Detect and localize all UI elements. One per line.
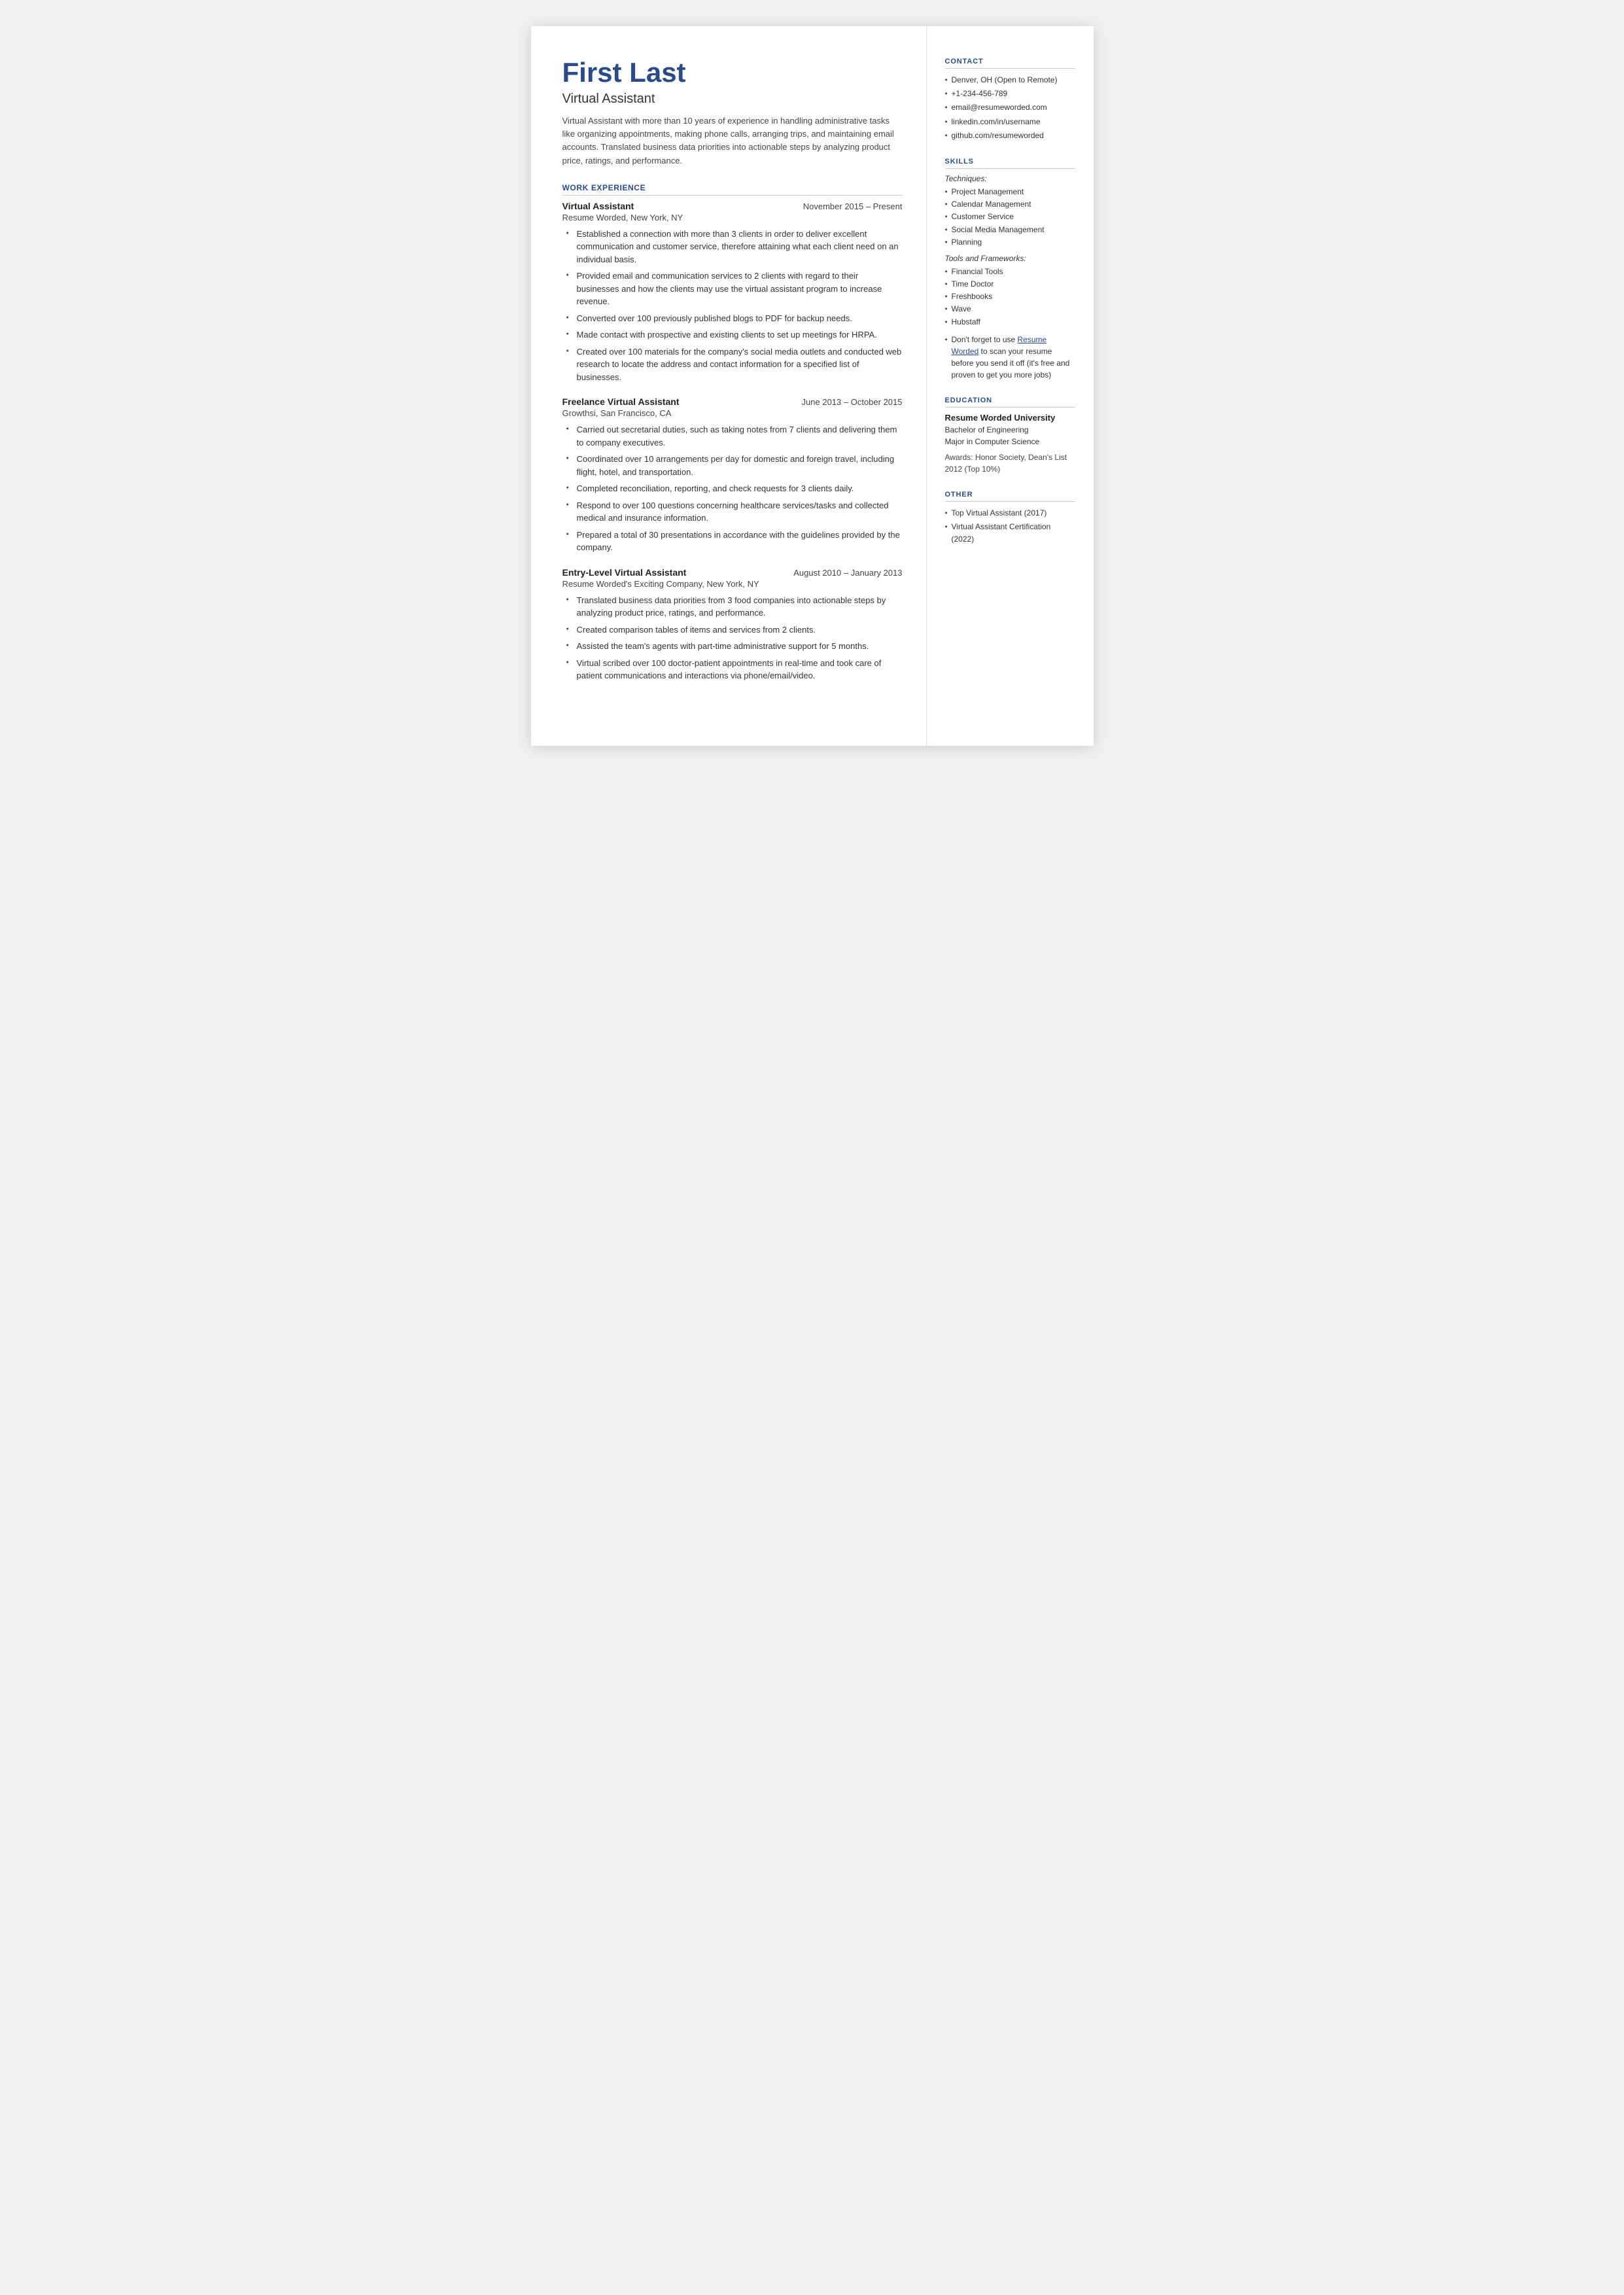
bullet-1-3: Converted over 100 previously published … [562,312,903,325]
contact-item-4: linkedin.com/in/username [945,116,1075,128]
job-company-2: Growthsi, San Francisco, CA [562,408,903,418]
education-section: EDUCATION Resume Worded University Bache… [945,396,1075,475]
job-dates-3: August 2010 – January 2013 [793,568,902,578]
job-dates-1: November 2015 – Present [803,201,903,211]
job-title-3: Entry-Level Virtual Assistant [562,567,687,578]
bullet-2-4: Respond to over 100 questions concerning… [562,499,903,525]
tools-list: Financial Tools Time Doctor Freshbooks W… [945,266,1075,328]
skills-note: Don't forget to use Resume Worded to sca… [945,334,1075,381]
left-column: First Last Virtual Assistant Virtual Ass… [531,26,926,746]
skills-note-prefix: Don't forget to use [952,335,1018,344]
skill-technique-4: Social Media Management [945,224,1075,236]
skill-technique-3: Customer Service [945,211,1075,223]
other-item-1: Top Virtual Assistant (2017) [945,507,1075,519]
job-title-1: Virtual Assistant [562,201,634,211]
job-header-2: Freelance Virtual Assistant June 2013 – … [562,396,903,407]
bullet-3-3: Assisted the team's agents with part-tim… [562,640,903,653]
job-bullets-3: Translated business data priorities from… [562,594,903,682]
job-company-3: Resume Worded's Exciting Company, New Yo… [562,579,903,589]
resume-page: First Last Virtual Assistant Virtual Ass… [531,26,1094,746]
job-title-2: Freelance Virtual Assistant [562,396,680,407]
skills-section: SKILLS Techniques: Project Management Ca… [945,158,1075,381]
job-header-3: Entry-Level Virtual Assistant August 201… [562,567,903,578]
education-section-label: EDUCATION [945,396,1075,408]
contact-item-1: Denver, OH (Open to Remote) [945,74,1075,86]
summary-text: Virtual Assistant with more than 10 year… [562,114,903,167]
right-column: CONTACT Denver, OH (Open to Remote) +1-2… [926,26,1094,746]
job-title-header: Virtual Assistant [562,92,903,107]
other-section-label: OTHER [945,491,1075,502]
job-bullets-1: Established a connection with more than … [562,228,903,384]
full-name: First Last [562,58,903,88]
contact-item-2: +1-234-456-789 [945,88,1075,100]
bullet-1-5: Created over 100 materials for the compa… [562,345,903,384]
skill-tool-4: Wave [945,303,1075,315]
edu-degree-line1: Bachelor of Engineering [945,424,1075,436]
skill-tool-1: Financial Tools [945,266,1075,278]
job-entry-3: Entry-Level Virtual Assistant August 201… [562,567,903,682]
bullet-2-2: Coordinated over 10 arrangements per day… [562,453,903,478]
bullet-3-4: Virtual scribed over 100 doctor-patient … [562,657,903,682]
bullet-3-2: Created comparison tables of items and s… [562,623,903,637]
edu-school: Resume Worded University [945,413,1075,423]
contact-section: CONTACT Denver, OH (Open to Remote) +1-2… [945,58,1075,142]
contact-item-5: github.com/resumeworded [945,130,1075,142]
skill-technique-2: Calendar Management [945,198,1075,211]
job-entry-2: Freelance Virtual Assistant June 2013 – … [562,396,903,554]
tools-label: Tools and Frameworks: [945,254,1075,263]
bullet-2-3: Completed reconciliation, reporting, and… [562,482,903,495]
techniques-label: Techniques: [945,174,1075,183]
bullet-1-1: Established a connection with more than … [562,228,903,266]
bullet-2-5: Prepared a total of 30 presentations in … [562,529,903,554]
job-dates-2: June 2013 – October 2015 [802,397,903,407]
skill-tool-3: Freshbooks [945,290,1075,303]
bullet-3-1: Translated business data priorities from… [562,594,903,620]
name-title-section: First Last Virtual Assistant Virtual Ass… [562,58,903,167]
work-experience-label: WORK EXPERIENCE [562,183,903,196]
contact-section-label: CONTACT [945,58,1075,69]
edu-awards: Awards: Honor Society, Dean's List 2012 … [945,451,1075,475]
skill-technique-1: Project Management [945,186,1075,198]
job-header-1: Virtual Assistant November 2015 – Presen… [562,201,903,211]
bullet-2-1: Carried out secretarial duties, such as … [562,423,903,449]
job-entry-1: Virtual Assistant November 2015 – Presen… [562,201,903,384]
bullet-1-2: Provided email and communication service… [562,270,903,308]
job-bullets-2: Carried out secretarial duties, such as … [562,423,903,554]
job-company-1: Resume Worded, New York, NY [562,213,903,222]
techniques-list: Project Management Calendar Management C… [945,186,1075,249]
work-experience-section: WORK EXPERIENCE Virtual Assistant Novemb… [562,183,903,682]
bullet-1-4: Made contact with prospective and existi… [562,328,903,342]
contact-list: Denver, OH (Open to Remote) +1-234-456-7… [945,74,1075,142]
edu-degree-line2: Major in Computer Science [945,436,1075,447]
other-item-2: Virtual Assistant Certification (2022) [945,521,1075,546]
skill-tool-5: Hubstaff [945,316,1075,328]
skill-technique-5: Planning [945,236,1075,249]
contact-item-3: email@resumeworded.com [945,101,1075,114]
other-section: OTHER Top Virtual Assistant (2017) Virtu… [945,491,1075,546]
other-list: Top Virtual Assistant (2017) Virtual Ass… [945,507,1075,546]
skills-section-label: SKILLS [945,158,1075,169]
skill-tool-2: Time Doctor [945,278,1075,290]
